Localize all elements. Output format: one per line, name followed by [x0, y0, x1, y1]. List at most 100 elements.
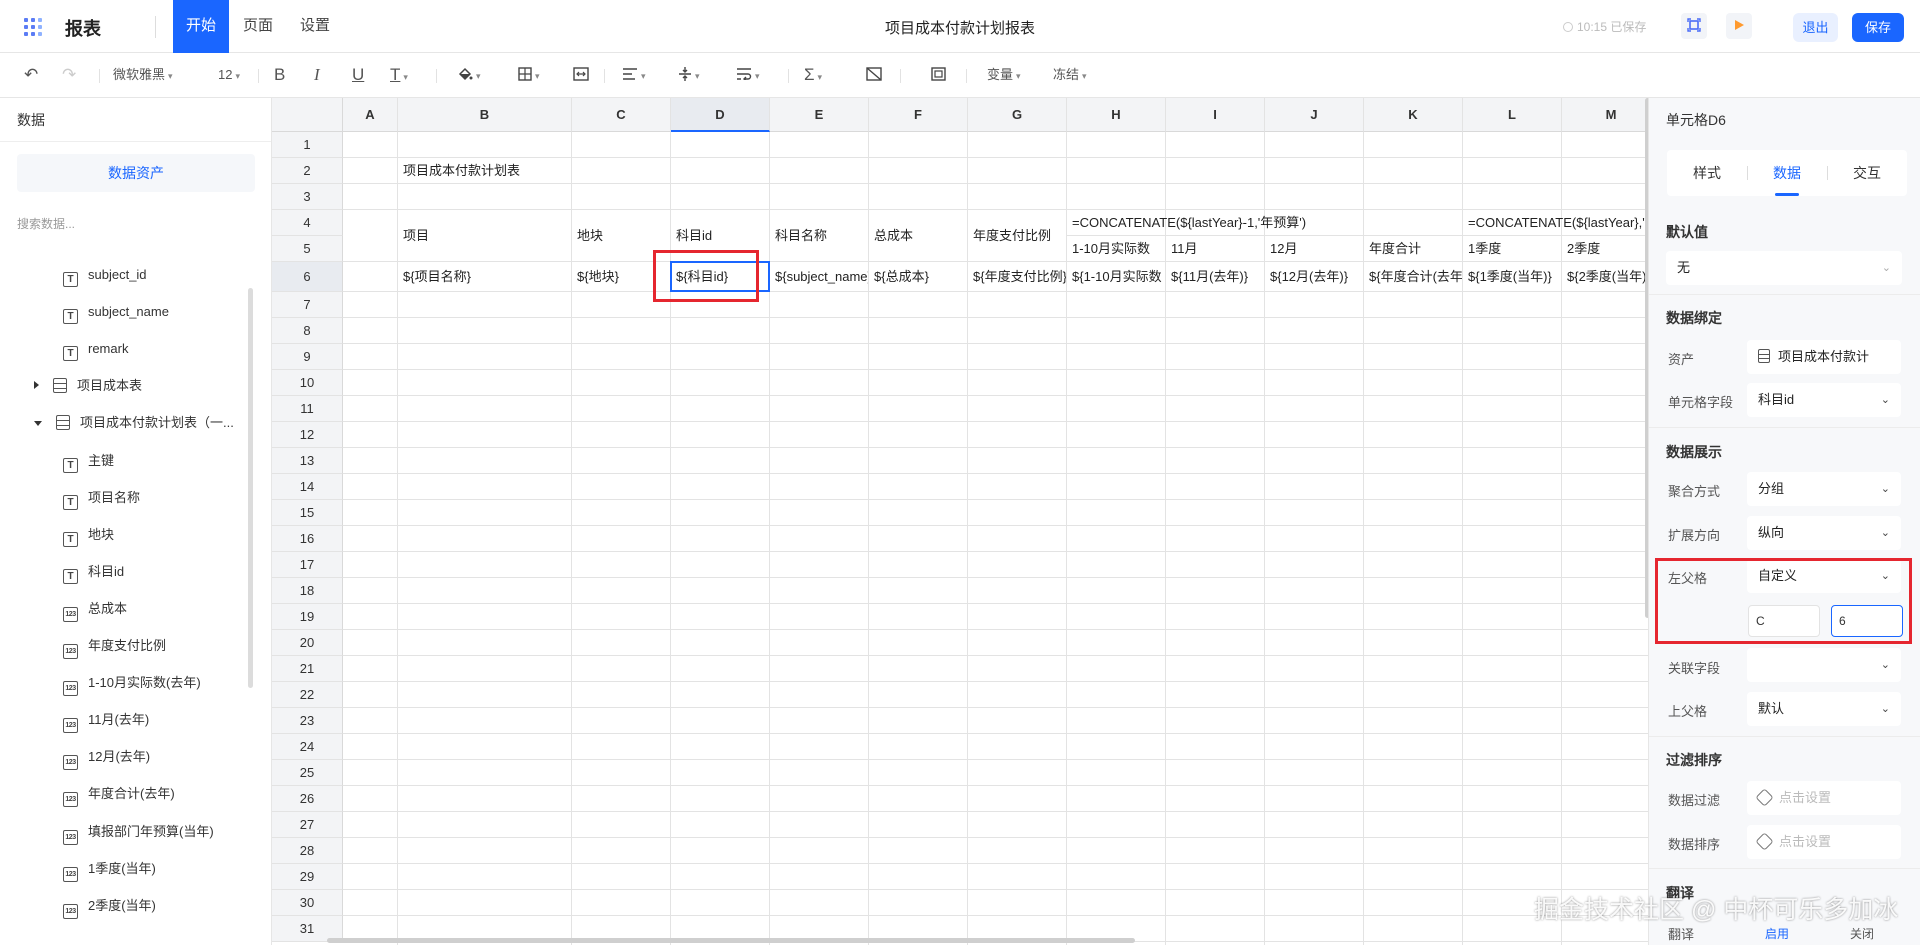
tab-style[interactable]: 样式 [1667, 150, 1747, 196]
tree-item[interactable]: T 地块 [63, 523, 114, 547]
column-header-f[interactable]: F [869, 98, 968, 132]
row-header-23[interactable]: 23 [272, 708, 343, 734]
tree-item[interactable]: 项目成本付款计划表（一... [34, 411, 234, 435]
column-header-m[interactable]: M [1562, 98, 1648, 132]
related-field-select[interactable]: ⌄ [1747, 648, 1901, 682]
tab-page[interactable]: 页面 [230, 0, 286, 53]
data-search-input[interactable]: 搜索数据... [17, 215, 242, 232]
left-parent-select[interactable]: 自定义 ⌄ [1747, 559, 1901, 593]
row-header-28[interactable]: 28 [272, 838, 343, 864]
tree-item[interactable]: T 科目id [63, 560, 124, 584]
border-icon[interactable]: ▾ [518, 64, 540, 86]
cell-l4[interactable]: =CONCATENATE(${lastYear},'年季度 [1463, 210, 1648, 235]
row-header-3[interactable]: 3 [272, 184, 343, 210]
column-header-c[interactable]: C [572, 98, 671, 132]
row-header-30[interactable]: 30 [272, 890, 343, 916]
caret-right-icon[interactable] [34, 381, 39, 390]
vertical-align-icon[interactable]: ▾ [678, 64, 700, 86]
left-parent-row-input[interactable]: 6 [1831, 605, 1903, 637]
cell-l6[interactable]: ${1季度(当年)} [1463, 262, 1561, 291]
row-header-9[interactable]: 9 [272, 344, 343, 370]
column-header-b[interactable]: B [398, 98, 572, 132]
row-header-10[interactable]: 10 [272, 370, 343, 396]
data-filter-setting[interactable]: 点击设置 [1747, 781, 1901, 815]
cell-g6[interactable]: ${年度支付比例} [968, 262, 1066, 291]
sum-icon[interactable]: Σ ▾ [804, 64, 822, 86]
cell-d4[interactable]: 科目id [671, 210, 769, 261]
font-size-select[interactable]: 12 ▾ [218, 64, 240, 86]
column-header-h[interactable]: H [1067, 98, 1166, 132]
tree-item[interactable]: 123 2季度(当年) [63, 894, 156, 919]
cell-l5[interactable]: 1季度 [1463, 236, 1561, 261]
cell-b6[interactable]: ${项目名称} [398, 262, 571, 291]
cell-c4[interactable]: 地块 [572, 210, 670, 261]
row-header-13[interactable]: 13 [272, 448, 343, 474]
column-header-l[interactable]: L [1463, 98, 1562, 132]
row-header-18[interactable]: 18 [272, 578, 343, 604]
row-header-2[interactable]: 2 [272, 158, 343, 184]
tree-item[interactable]: T 主键 [63, 449, 114, 473]
column-header-e[interactable]: E [770, 98, 869, 132]
cell-e4[interactable]: 科目名称 [770, 210, 868, 261]
variable-menu[interactable]: 变量 ▾ [987, 64, 1021, 86]
tab-settings[interactable]: 设置 [287, 0, 343, 53]
row-header-17[interactable]: 17 [272, 552, 343, 578]
tree-item[interactable]: 123 11月(去年) [63, 708, 149, 734]
tree-item[interactable]: 123 12月(去年) [63, 745, 150, 771]
cell-f6[interactable]: ${总成本} [869, 262, 967, 291]
caret-down-icon[interactable] [34, 421, 42, 427]
merge-cells-icon[interactable] [573, 64, 589, 86]
cell-m6[interactable]: ${2季度(当年)} [1562, 262, 1648, 291]
align-left-icon[interactable]: ▾ [622, 64, 646, 86]
asset-select[interactable]: 项目成本付款计 [1747, 340, 1901, 374]
clear-format-icon[interactable] [866, 64, 882, 86]
row-header-8[interactable]: 8 [272, 318, 343, 344]
cell-c6[interactable]: ${地块} [572, 262, 670, 291]
tree-item[interactable]: 123 填报部门年预算(当年) [63, 820, 214, 845]
row-header-7[interactable]: 7 [272, 292, 343, 318]
cell-b2[interactable]: 项目成本付款计划表 [398, 158, 571, 183]
translate-disable-option[interactable]: 关闭 [1850, 925, 1874, 942]
cell-h5[interactable]: 1-10月实际数 [1067, 236, 1165, 261]
data-sort-setting[interactable]: 点击设置 [1747, 825, 1901, 859]
save-button[interactable]: 保存 [1852, 13, 1904, 42]
row-header-12[interactable]: 12 [272, 422, 343, 448]
undo-icon[interactable]: ↶ [24, 64, 38, 86]
tab-data[interactable]: 数据 [1747, 150, 1827, 196]
row-header-11[interactable]: 11 [272, 396, 343, 422]
cell-k5[interactable]: 年度合计 [1364, 236, 1462, 261]
row-header-27[interactable]: 27 [272, 812, 343, 838]
cell-f4[interactable]: 总成本 [869, 210, 967, 261]
row-header-29[interactable]: 29 [272, 864, 343, 890]
column-header-i[interactable]: I [1166, 98, 1265, 132]
aggregation-select[interactable]: 分组 ⌄ [1747, 472, 1901, 506]
freeze-menu[interactable]: 冻结 ▾ [1053, 64, 1087, 86]
tree-item[interactable]: 123 1季度(当年) [63, 857, 156, 882]
cell-h4[interactable]: =CONCATENATE(${lastYear}-1,'年预算') [1067, 210, 1462, 235]
exit-button[interactable]: 退出 [1793, 13, 1838, 42]
scrollbar[interactable] [248, 288, 253, 688]
tree-item[interactable]: 123 总成本 [63, 597, 127, 622]
row-header-14[interactable]: 14 [272, 474, 343, 500]
tree-item[interactable]: 123 年度合计(去年) [63, 782, 175, 808]
translate-enable-option[interactable]: 启用 [1765, 925, 1789, 942]
font-family-select[interactable]: 微软雅黑 ▾ [113, 64, 173, 86]
default-value-select[interactable]: 无 ⌄ [1666, 251, 1902, 285]
tab-start[interactable]: 开始 [173, 0, 230, 53]
column-header-k[interactable]: K [1364, 98, 1463, 132]
cell-g4[interactable]: 年度支付比例 [968, 210, 1066, 261]
tree-item[interactable]: Tremark [63, 337, 128, 362]
row-header-21[interactable]: 21 [272, 656, 343, 682]
cell-m5[interactable]: 2季度 [1562, 236, 1648, 261]
spreadsheet-grid[interactable]: A B C D E F G H I J K L M 1 2 3 4 5 6 7 8 9 10 11 12 13 14 15 16 17 18… [272, 98, 1648, 945]
column-header-d[interactable]: D [671, 98, 770, 132]
italic-icon[interactable]: I [314, 64, 320, 86]
tree-item[interactable]: Tsubject_id [63, 263, 147, 287]
tree-item[interactable]: Tsubject_name [63, 300, 169, 325]
cell-b4[interactable]: 项目 [398, 210, 571, 261]
cell-j6[interactable]: ${12月(去年)} [1265, 262, 1363, 291]
cell-i6[interactable]: ${11月(去年)} [1166, 262, 1264, 291]
tab-interaction[interactable]: 交互 [1827, 150, 1907, 196]
fill-color-icon[interactable]: ▾ [457, 64, 481, 86]
row-header-22[interactable]: 22 [272, 682, 343, 708]
